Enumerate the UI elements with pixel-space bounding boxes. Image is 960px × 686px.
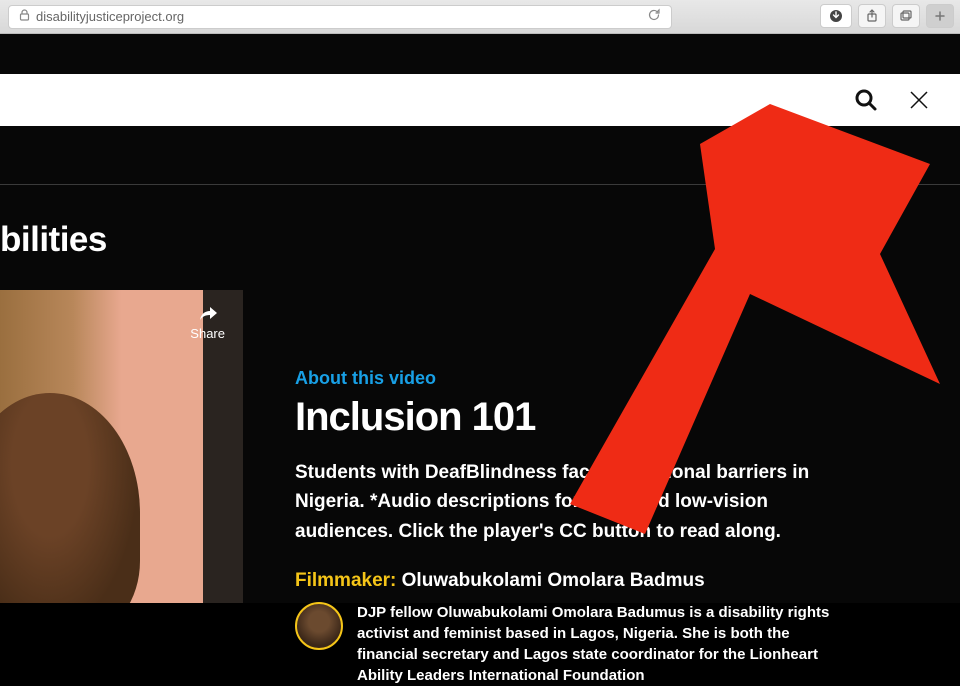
site-header	[0, 74, 960, 126]
search-icon[interactable]	[854, 88, 878, 112]
share-button[interactable]	[858, 4, 886, 28]
divider	[0, 184, 960, 185]
filmmaker-line: Filmmaker: Oluwabukolami Omolara Badmus	[295, 570, 835, 592]
eyebrow: About this video	[295, 368, 835, 389]
url-bar[interactable]: disabilityjusticeproject.org	[8, 5, 672, 29]
video-description: Students with DeafBlindness face educati…	[295, 458, 835, 546]
downloads-button[interactable]	[820, 4, 852, 28]
close-icon[interactable]	[908, 89, 930, 111]
filmmaker-name: Oluwabukolami Omolara Badmus	[402, 570, 705, 591]
avatar	[295, 602, 343, 650]
browser-actions	[820, 4, 954, 28]
page-content: bilities Share About this video Inclusio…	[0, 34, 960, 603]
browser-toolbar: disabilityjusticeproject.org	[0, 0, 960, 34]
filmmaker-label: Filmmaker:	[295, 570, 396, 591]
video-thumbnail[interactable]: Share	[0, 290, 243, 603]
new-tab-button[interactable]	[926, 4, 954, 28]
lock-icon	[19, 9, 30, 24]
video-title: Inclusion 101	[295, 395, 835, 440]
filmmaker-bio: DJP fellow Oluwabukolami Omolara Badumus…	[357, 602, 835, 686]
video-details: About this video Inclusion 101 Students …	[295, 368, 835, 686]
reload-icon[interactable]	[647, 8, 661, 25]
video-still	[0, 393, 140, 603]
filmmaker-bio-row: DJP fellow Oluwabukolami Omolara Badumus…	[295, 602, 835, 686]
share-label: Share	[190, 326, 225, 341]
section-heading-fragment: bilities	[0, 220, 107, 260]
video-share-button[interactable]: Share	[190, 304, 225, 341]
url-text: disabilityjusticeproject.org	[36, 9, 184, 24]
tabs-button[interactable]	[892, 4, 920, 28]
